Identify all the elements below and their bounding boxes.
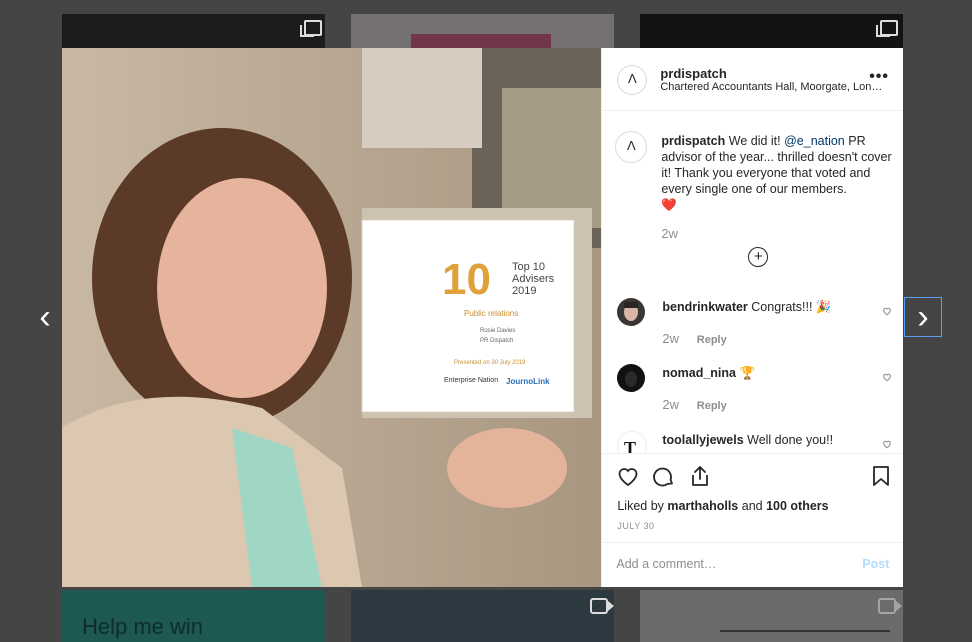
load-more-comments-button[interactable]: + <box>748 247 769 267</box>
like-heart-icon[interactable] <box>616 464 640 488</box>
post-header: Λ prdispatch Chartered Accountants Hall,… <box>602 48 903 111</box>
caption-username[interactable]: prdispatch <box>661 134 725 148</box>
add-comment-input[interactable] <box>616 557 837 571</box>
comment-heart-icon[interactable] <box>882 439 892 449</box>
comment-bubble-icon[interactable] <box>652 464 676 488</box>
likes-and: and <box>741 499 763 513</box>
post-date[interactable]: JULY 30 <box>617 521 654 531</box>
post-comment-button[interactable]: Post <box>862 557 889 571</box>
comment-text: nomad_nina 🏆 <box>662 366 755 381</box>
more-options-icon[interactable]: ••• <box>869 68 889 86</box>
certificate-category: Public relations <box>464 309 518 318</box>
comment-item: bendrinkwater Congrats!!! 🎉 2w Reply <box>617 298 897 348</box>
comment-heart-icon[interactable] <box>882 306 892 316</box>
author-username[interactable]: prdispatch <box>660 66 726 81</box>
likes-prefix: Liked by <box>617 499 664 513</box>
certificate-company: PR Dispatch <box>480 338 513 344</box>
comment-body: 🏆 <box>739 366 756 380</box>
certificate-presented: Presented on 30 July 2019 <box>454 360 526 366</box>
comment-text: bendrinkwater Congrats!!! 🎉 <box>662 300 831 315</box>
reply-button[interactable]: Reply <box>697 400 727 412</box>
photo-illustration: 10 Top 10 Advisers 2019 Public relations… <box>62 48 602 587</box>
prev-post-arrow[interactable]: ‹ <box>30 300 60 334</box>
likes-others-link[interactable]: 100 others <box>766 499 829 513</box>
comments-list[interactable]: Λ prdispatch We did it! @e_nation PR adv… <box>602 111 903 453</box>
caption-emoji: ❤️ <box>661 198 677 212</box>
comment-username[interactable]: bendrinkwater <box>662 300 747 314</box>
comment-avatar[interactable]: T <box>617 431 648 453</box>
caption-avatar[interactable]: Λ <box>615 131 648 163</box>
logo-journolink: JournoLink <box>506 377 550 386</box>
caption: prdispatch We did it! @e_nation PR advis… <box>661 133 893 213</box>
comment-username[interactable]: toolallyjewels <box>662 433 743 447</box>
post-location[interactable]: Chartered Accountants Hall, Moorgate, Lo… <box>660 81 886 93</box>
save-bookmark-icon[interactable] <box>869 464 893 488</box>
comment-avatar[interactable] <box>617 298 646 326</box>
certificate-title-1: Top 10 <box>512 261 545 273</box>
caption-mention[interactable]: @e_nation <box>784 134 845 148</box>
next-post-arrow[interactable]: › <box>904 297 942 337</box>
caption-time[interactable]: 2w <box>661 226 678 241</box>
comment-text: toolallyjewels Well done you!! <box>662 433 833 447</box>
share-icon[interactable] <box>688 464 712 488</box>
author-avatar[interactable]: Λ <box>617 65 648 95</box>
comment-meta: 2w Reply <box>662 396 726 414</box>
liked-by-user[interactable]: marthaholls <box>667 499 738 513</box>
post-actions: Liked by marthaholls and 100 others JULY… <box>602 453 904 589</box>
comment-time[interactable]: 2w <box>662 397 679 412</box>
svg-text:T: T <box>624 438 636 453</box>
likes-summary: Liked by marthaholls and 100 others <box>617 499 828 513</box>
multi-photo-icon <box>876 20 898 37</box>
video-icon <box>878 598 902 614</box>
logo-enterprise-nation: Enterprise Nation <box>444 377 498 384</box>
certificate-name: Rosie Davies <box>480 328 515 334</box>
comment-username[interactable]: nomad_nina <box>662 366 736 380</box>
add-comment-bar: Post <box>602 542 904 589</box>
comment-avatar[interactable] <box>617 364 646 392</box>
reply-button[interactable]: Reply <box>697 334 727 346</box>
post-photo[interactable]: 10 Top 10 Advisers 2019 Public relations… <box>62 48 602 587</box>
certificate-year: 2019 <box>512 285 536 297</box>
comment-body: Congrats!!! 🎉 <box>751 300 832 314</box>
comment-body: Well done you!! <box>747 433 834 447</box>
comment-meta: 2w Reply <box>662 330 726 348</box>
certificate-title-2: Advisers <box>512 273 555 285</box>
comment-item: T toolallyjewels Well done you!! <box>617 431 897 453</box>
comment-heart-icon[interactable] <box>882 372 892 382</box>
caption-text-pre: We did it! <box>728 134 781 148</box>
certificate-number: 10 <box>442 255 491 304</box>
post-modal: 10 Top 10 Advisers 2019 Public relations… <box>62 48 904 589</box>
multi-photo-icon <box>300 20 322 37</box>
post-sidebar: Λ prdispatch Chartered Accountants Hall,… <box>601 48 904 589</box>
video-icon <box>590 598 614 614</box>
comment-time[interactable]: 2w <box>662 331 679 346</box>
comment-item: nomad_nina 🏆 2w Reply <box>617 364 897 414</box>
